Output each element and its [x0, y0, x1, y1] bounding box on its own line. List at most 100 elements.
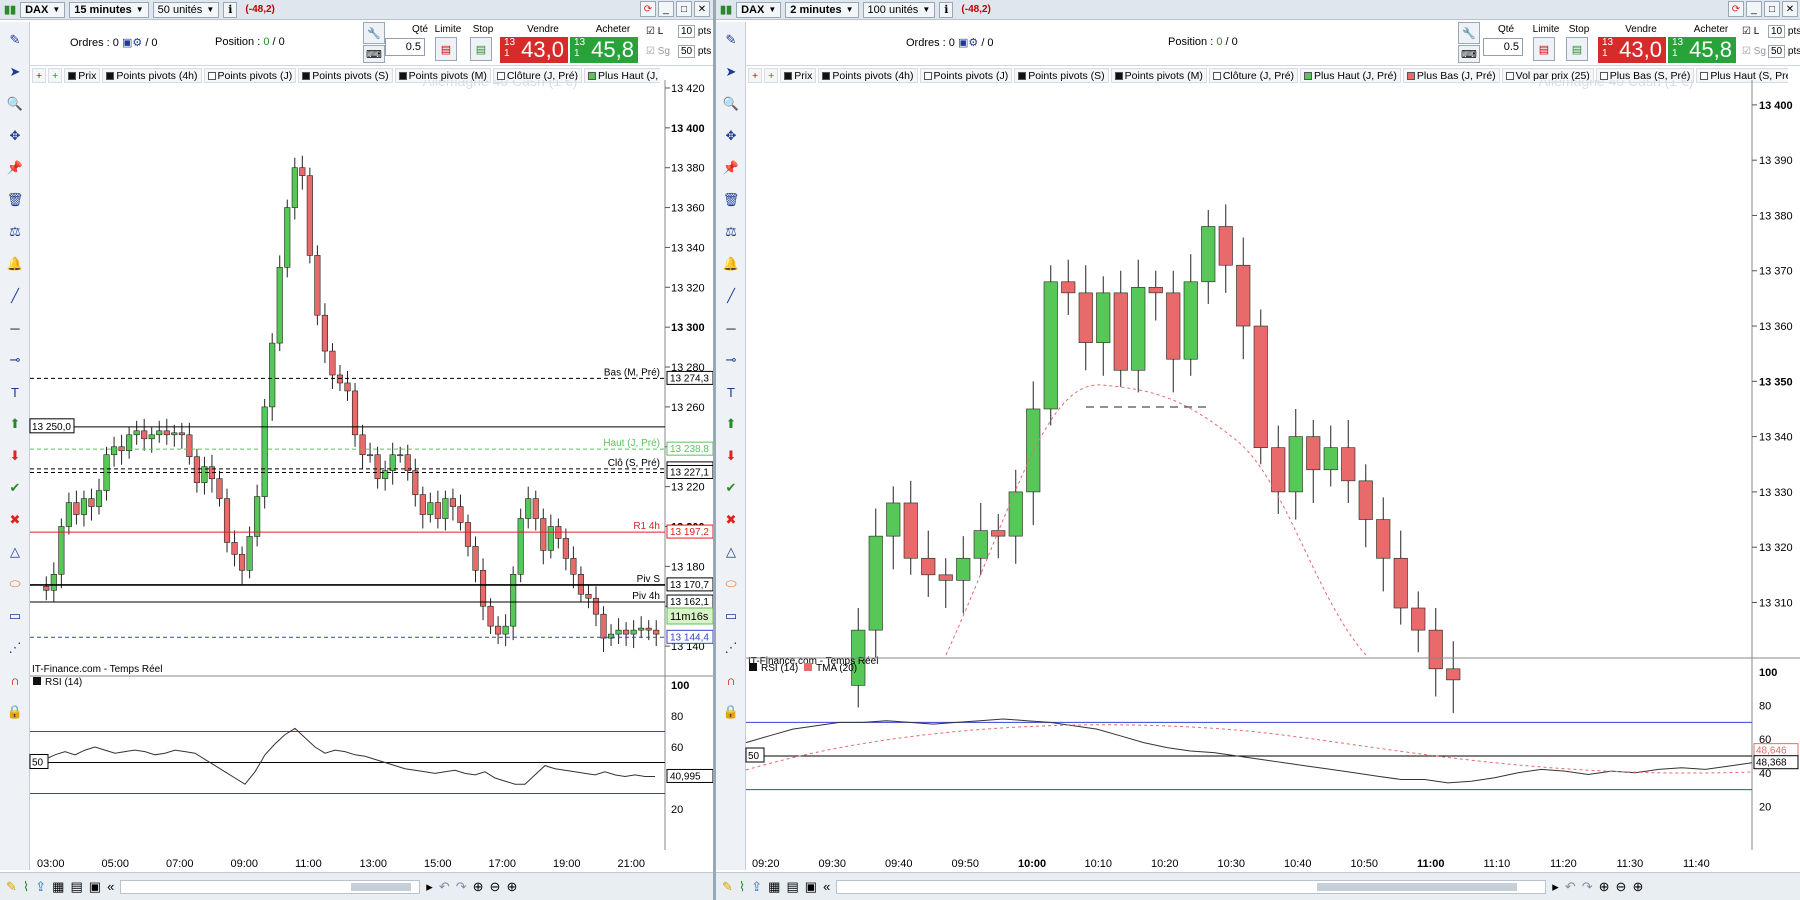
minimize-button[interactable]: _ [658, 1, 674, 17]
zoom-fit-icon[interactable]: ⊕ [473, 879, 484, 895]
limit-button[interactable]: ▤ [1533, 37, 1555, 61]
pts-field-1[interactable]: 10 pts [678, 25, 711, 38]
buy-label: Acheter [595, 24, 631, 35]
stop-button[interactable]: ▤ [1566, 37, 1588, 61]
level-value: 13 197,2 [670, 527, 709, 538]
timeframe-selector[interactable]: 15 minutes ▼ [69, 1, 149, 18]
rsi-tick-label: 80 [1759, 701, 1771, 713]
zoom-fit-icon[interactable]: ⊕ [1599, 879, 1610, 895]
pts2-value: 50 [1768, 45, 1786, 58]
chart-icon[interactable]: ✎ [721, 30, 741, 50]
keyboard-icon[interactable]: ⌨ [363, 45, 385, 63]
sg-checkbox[interactable]: ☑ Sg [1742, 46, 1766, 57]
zoom-in-icon[interactable]: ⊕ [506, 879, 517, 895]
scroll-thumb[interactable] [351, 882, 412, 891]
scroll-right-icon[interactable]: ▸ [426, 879, 433, 895]
chart-icon[interactable]: ✎ [5, 30, 25, 50]
wrench-icon[interactable]: 🔧 [363, 22, 385, 44]
redo-icon[interactable]: ↷ [456, 879, 467, 895]
qty-input[interactable] [1483, 38, 1523, 56]
cursor-icon[interactable]: ➤ [5, 62, 25, 82]
sync-icon[interactable]: ⟳ [1728, 1, 1744, 17]
buy-button[interactable]: 13 1 45,8 [1668, 37, 1736, 63]
share-icon[interactable]: ⇪ [35, 879, 46, 895]
candle-down [88, 498, 95, 507]
limit-button[interactable]: ▤ [435, 37, 457, 61]
maximize-button[interactable]: □ [676, 1, 692, 17]
layout-icon[interactable]: ▣ [89, 879, 101, 895]
pencil-icon[interactable]: ✎ [722, 879, 733, 895]
candle-down [1148, 287, 1163, 294]
redo-icon[interactable]: ↷ [1582, 879, 1593, 895]
scroll-right-icon[interactable]: ▸ [1552, 879, 1559, 895]
rsi-tick-label: 100 [1759, 667, 1777, 679]
zoom-out-icon[interactable]: ⊖ [490, 879, 501, 895]
share-icon[interactable]: ⇪ [751, 879, 762, 895]
undo-icon[interactable]: ↶ [1565, 879, 1576, 895]
zoom-out-icon[interactable]: ⊖ [1616, 879, 1627, 895]
pts-field-1[interactable]: 10 pts [1768, 25, 1800, 38]
info-button[interactable]: ℹ [223, 1, 238, 18]
candle-up [1288, 436, 1303, 493]
level-name: Piv S [637, 574, 661, 585]
orders-icon[interactable]: ▣⚙ [122, 37, 142, 49]
chevron-down-icon: ▼ [845, 5, 854, 14]
instrument-selector[interactable]: DAX ▼ [736, 1, 782, 18]
close-button[interactable]: ✕ [694, 1, 710, 17]
sell-button[interactable]: 13 1 43,0 [500, 37, 568, 63]
zoom-in-icon[interactable]: ⊕ [1632, 879, 1643, 895]
timeframe-selector[interactable]: 2 minutes ▼ [785, 1, 859, 18]
indicator-icon[interactable]: ▤ [70, 879, 82, 895]
position-info: Position : 0 / 0 [1168, 36, 1238, 48]
pts1-value: 10 [678, 25, 696, 38]
level-value: 13 170,7 [670, 580, 709, 591]
sell-button[interactable]: 13 1 43,0 [1598, 37, 1666, 63]
units-selector[interactable]: 100 unités ▼ [862, 1, 936, 18]
keyboard-icon[interactable]: ⌨ [1458, 45, 1480, 63]
buy-button[interactable]: 13 1 45,8 [570, 37, 638, 63]
candle-down [1078, 292, 1093, 343]
scroll-thumb[interactable] [1317, 882, 1518, 891]
instrument-selector[interactable]: DAX ▼ [20, 1, 66, 18]
units-selector[interactable]: 50 unités ▼ [152, 1, 220, 18]
layout-icon[interactable]: ▣ [805, 879, 817, 895]
calendar-icon[interactable]: ▦ [52, 879, 64, 895]
double-left-icon[interactable]: « [107, 879, 114, 894]
sync-icon[interactable]: ⟳ [640, 1, 656, 17]
pts-field-2[interactable]: 50 pts [678, 45, 711, 58]
rsi-tick-label: 80 [671, 711, 683, 723]
orders-icon[interactable]: ▣⚙ [958, 37, 978, 49]
pencil-icon[interactable]: ✎ [6, 879, 17, 895]
l-checkbox[interactable]: ☑ L [1742, 26, 1759, 37]
pts-field-2[interactable]: 50 pts [1768, 45, 1800, 58]
double-left-icon[interactable]: « [823, 879, 830, 894]
sg-checkbox[interactable]: ☑ Sg [646, 46, 670, 57]
candle-up [615, 629, 622, 635]
indicator-swatch [68, 71, 77, 80]
candle-up [1183, 281, 1198, 360]
candle-down [1376, 519, 1391, 559]
indicator-icon[interactable]: ▤ [786, 879, 798, 895]
indicator-swatch [207, 71, 216, 80]
minimize-button[interactable]: _ [1746, 1, 1762, 17]
indicator-swatch [1406, 71, 1415, 80]
close-button[interactable]: ✕ [1782, 1, 1798, 17]
candle-down [163, 430, 170, 436]
stop-button[interactable]: ▤ [470, 37, 492, 61]
candle-up [95, 490, 103, 507]
l-label: L [657, 26, 664, 37]
undo-icon[interactable]: ↶ [439, 879, 450, 895]
watermark: Allemagne 40 Cash (1 €) [1539, 80, 1694, 89]
chart-type-icon[interactable]: ⌇ [739, 879, 745, 895]
cursor-icon[interactable]: ➤ [721, 62, 741, 82]
time-scrollbar[interactable] [120, 879, 421, 894]
timeframe-label: 15 minutes [74, 3, 132, 16]
calendar-icon[interactable]: ▦ [768, 879, 780, 895]
info-button[interactable]: ℹ [939, 1, 954, 18]
l-checkbox[interactable]: ☑ L [646, 26, 663, 37]
maximize-button[interactable]: □ [1764, 1, 1780, 17]
qty-input[interactable] [385, 38, 425, 56]
wrench-icon[interactable]: 🔧 [1458, 22, 1480, 44]
time-scrollbar[interactable] [836, 879, 1547, 894]
chart-type-icon[interactable]: ⌇ [23, 879, 29, 895]
